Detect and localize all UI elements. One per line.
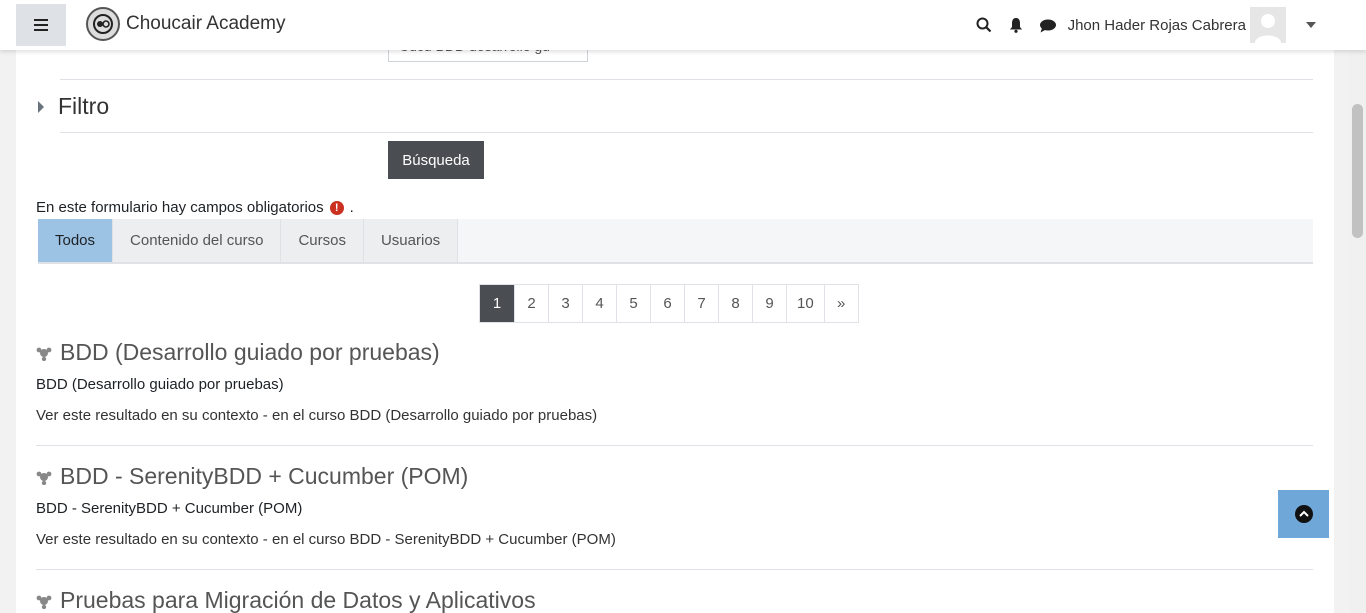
- result-context-link[interactable]: Ver este resultado en su contexto - en e…: [36, 531, 1313, 548]
- brand-logo: [86, 7, 120, 41]
- course-icon: [36, 469, 52, 485]
- required-note-suffix: .: [349, 199, 354, 216]
- brand-link[interactable]: Choucair Academy: [86, 7, 285, 41]
- search-result: Pruebas para Migración de Datos y Aplica…: [36, 587, 1313, 613]
- menu-toggle-button[interactable]: [16, 4, 66, 46]
- brand-name: Choucair Academy: [126, 13, 286, 34]
- result-context-link[interactable]: Ver este resultado en su contexto - en e…: [36, 407, 1313, 424]
- page-link-8[interactable]: 8: [718, 285, 752, 322]
- top-navbar: Choucair Academy Jhon Hader Rojas Cabrer…: [0, 0, 1366, 50]
- result-description: BDD - SerenityBDD + Cucumber (POM): [36, 500, 303, 517]
- page-link-9[interactable]: 9: [752, 285, 786, 322]
- arrow-up-icon: [1294, 505, 1313, 523]
- required-icon: !: [329, 200, 344, 215]
- page-link-1[interactable]: 1: [480, 285, 514, 322]
- back-to-top-button[interactable]: [1278, 490, 1329, 538]
- search-result: BDD (Desarrollo guiado por pruebas) BDD …: [36, 339, 1313, 446]
- tab-cursos[interactable]: Cursos: [281, 219, 364, 262]
- user-name[interactable]: Jhon Hader Rojas Cabrera: [1068, 17, 1246, 34]
- page-link-6[interactable]: 6: [650, 285, 684, 322]
- filter-section-toggle[interactable]: Filtro: [38, 93, 109, 120]
- page-link-10[interactable]: 10: [786, 285, 824, 322]
- page-link-5[interactable]: 5: [616, 285, 650, 322]
- tab-contenido-del-curso[interactable]: Contenido del curso: [113, 219, 282, 262]
- required-note-text: En este formulario hay campos obligatori…: [36, 199, 324, 216]
- chat-icon[interactable]: [1038, 15, 1058, 35]
- result-title: BDD (Desarrollo guiado por pruebas): [60, 339, 440, 365]
- result-title-link[interactable]: Pruebas para Migración de Datos y Aplica…: [36, 587, 1313, 613]
- course-icon: [36, 345, 52, 361]
- divider: [60, 132, 1313, 133]
- result-title: Pruebas para Migración de Datos y Aplica…: [60, 587, 536, 613]
- course-icon: [36, 593, 52, 609]
- filter-label: Filtro: [58, 93, 110, 119]
- result-title: BDD - SerenityBDD + Cucumber (POM): [60, 463, 469, 489]
- required-fields-note: En este formulario hay campos obligatori…: [36, 199, 354, 216]
- page-scrollbar[interactable]: [1349, 0, 1366, 613]
- page-link-4[interactable]: 4: [582, 285, 616, 322]
- tab-usuarios[interactable]: Usuarios: [363, 219, 459, 262]
- result-description: BDD (Desarrollo guiado por pruebas): [36, 376, 284, 393]
- navbar-actions: Jhon Hader Rojas Cabrera: [968, 0, 1316, 50]
- divider: [36, 569, 1313, 570]
- pagination: 1 2 3 4 5 6 7 8 9 10 »: [479, 284, 859, 323]
- result-title-link[interactable]: BDD - SerenityBDD + Cucumber (POM): [36, 463, 1313, 490]
- page-link-3[interactable]: 3: [548, 285, 582, 322]
- page-link-7[interactable]: 7: [684, 285, 718, 322]
- caret-right-icon: [38, 100, 44, 113]
- chevron-down-icon[interactable]: [1306, 22, 1316, 28]
- search-result: BDD - SerenityBDD + Cucumber (POM) BDD -…: [36, 463, 1313, 570]
- divider: [60, 79, 1313, 80]
- menu-icon: [34, 19, 48, 31]
- search-button[interactable]: Búsqueda: [388, 141, 484, 179]
- scrollbar-thumb[interactable]: [1352, 104, 1363, 238]
- divider: [36, 445, 1313, 446]
- bell-icon[interactable]: [1006, 15, 1026, 35]
- tab-todos[interactable]: Todos: [38, 219, 114, 262]
- page-link-2[interactable]: 2: [514, 285, 548, 322]
- search-area-tabs: Todos Contenido del curso Cursos Usuario…: [38, 219, 1313, 264]
- avatar[interactable]: [1250, 7, 1286, 43]
- search-icon[interactable]: [974, 15, 994, 35]
- result-title-link[interactable]: BDD (Desarrollo guiado por pruebas): [36, 339, 1313, 366]
- page-link-next[interactable]: »: [823, 285, 858, 322]
